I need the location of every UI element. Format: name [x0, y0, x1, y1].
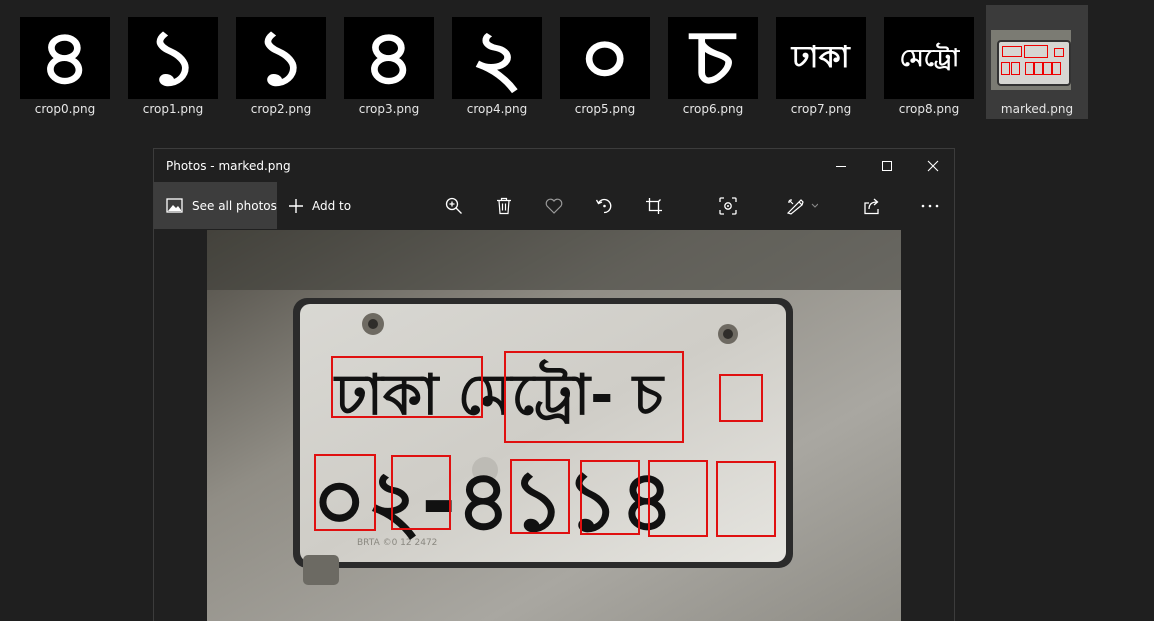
license-plate-photo: BRTA ©0 12 2472 ঢাকা মেট্রো- চ ০২-৪১১৪ — [207, 230, 901, 621]
rotate-button[interactable] — [586, 182, 622, 229]
maximize-icon — [882, 161, 892, 171]
thumbnail-filename: marked.png — [1000, 102, 1074, 116]
thumbnail-image: ২ — [452, 17, 542, 99]
close-button[interactable] — [910, 149, 954, 183]
edit-icon — [786, 198, 818, 215]
thumbnail-strip: ৪ crop0.png ১ crop1.png ১ crop2.png ৪ cr… — [0, 0, 1154, 130]
thumbnail-filename: crop1.png — [142, 102, 204, 116]
share-icon — [864, 198, 879, 214]
add-to-button[interactable]: Add to — [288, 182, 351, 229]
title-bar[interactable]: Photos - marked.png — [154, 149, 954, 183]
thumbnail-crop2[interactable]: ১ crop2.png — [235, 5, 337, 119]
see-all-photos-button[interactable]: See all photos — [154, 182, 277, 229]
delete-button[interactable] — [486, 182, 522, 229]
more-icon — [921, 204, 939, 207]
thumbnail-image: মেট্রো — [884, 17, 974, 99]
window-title: Photos - marked.png — [166, 159, 291, 173]
visual-search-icon — [719, 196, 737, 215]
thumbnail-filename: crop6.png — [682, 102, 744, 116]
thumbnail-image: ১ — [128, 17, 218, 99]
thumbnail-marked[interactable]: marked.png — [986, 5, 1088, 119]
favorite-button[interactable] — [536, 182, 572, 229]
thumbnail-filename: crop2.png — [250, 102, 312, 116]
thumbnail-crop1[interactable]: ১ crop1.png — [127, 5, 229, 119]
crop-button[interactable] — [636, 182, 672, 229]
thumbnail-filename: crop7.png — [790, 102, 852, 116]
minimize-icon — [836, 166, 846, 167]
mini-license-plate — [997, 40, 1071, 86]
thumbnail-crop6[interactable]: চ crop6.png — [667, 5, 769, 119]
photos-window: Photos - marked.png See all photos Add t… — [153, 148, 955, 621]
thumbnail-crop3[interactable]: ৪ crop3.png — [343, 5, 445, 119]
thumbnail-filename: crop3.png — [358, 102, 420, 116]
thumbnail-filename: crop5.png — [574, 102, 636, 116]
zoom-in-icon — [445, 197, 462, 214]
delete-icon — [497, 197, 511, 214]
thumbnail-image: ৪ — [344, 17, 434, 99]
more-options-button[interactable] — [912, 182, 948, 229]
thumbnail-filename: crop4.png — [466, 102, 528, 116]
thumbnail-crop0[interactable]: ৪ crop0.png — [19, 5, 121, 119]
rotate-icon — [595, 198, 612, 213]
thumbnail-crop4[interactable]: ২ crop4.png — [451, 5, 553, 119]
zoom-button[interactable] — [436, 182, 472, 229]
photo-gallery-icon — [166, 197, 183, 213]
visual-search-button[interactable] — [710, 182, 746, 229]
thumbnail-filename: crop0.png — [34, 102, 96, 116]
thumbnail-crop7[interactable]: ঢাকা crop7.png — [775, 5, 877, 119]
plate-line-2: ০২-৪১১৪ — [312, 452, 674, 550]
thumbnail-image: চ — [668, 17, 758, 99]
close-icon — [927, 160, 939, 172]
favorite-icon — [545, 198, 563, 214]
minimize-button[interactable] — [818, 149, 864, 183]
thumbnail-filename: crop8.png — [898, 102, 960, 116]
thumbnail-crop8[interactable]: মেট্রো crop8.png — [883, 5, 985, 119]
share-button[interactable] — [854, 182, 890, 229]
photo-viewer[interactable]: BRTA ©0 12 2472 ঢাকা মেট্রো- চ ০২-৪১১৪ — [154, 230, 954, 621]
maximize-button[interactable] — [864, 149, 910, 183]
thumbnail-crop5[interactable]: ০ crop5.png — [559, 5, 661, 119]
plus-icon — [289, 198, 303, 213]
thumbnail-image: ১ — [236, 17, 326, 99]
thumbnail-image — [991, 30, 1071, 90]
toolbar: See all photos Add to — [154, 182, 954, 230]
thumbnail-image: ঢাকা — [776, 17, 866, 99]
thumbnail-image: ৪ — [20, 17, 110, 99]
crop-icon — [646, 197, 662, 214]
edit-button[interactable] — [778, 182, 826, 229]
thumbnail-image: ০ — [560, 17, 650, 99]
